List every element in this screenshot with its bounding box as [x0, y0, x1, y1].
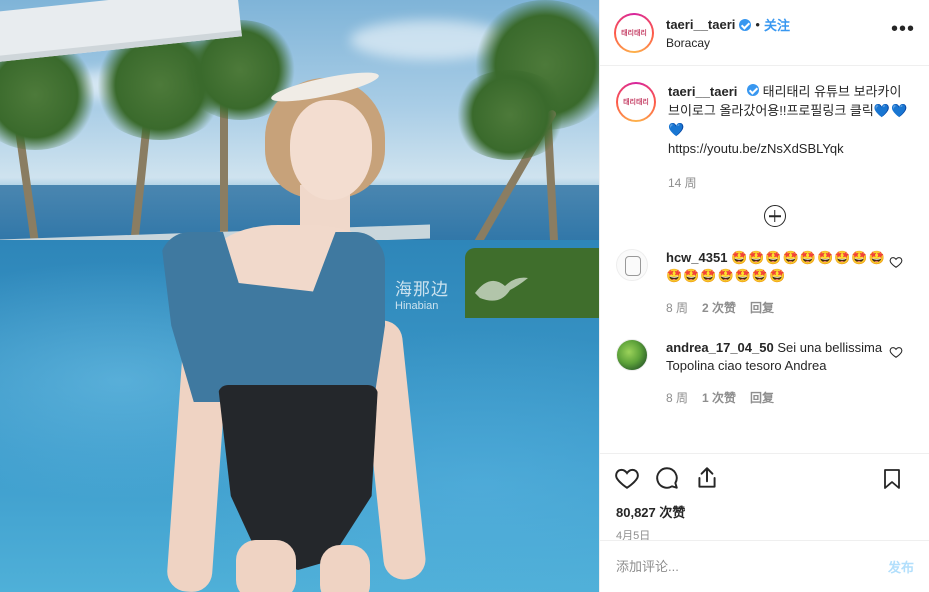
- bookmark-icon: [884, 469, 900, 489]
- comment-likes[interactable]: 1 次赞: [702, 389, 736, 407]
- verified-badge-icon: [739, 18, 752, 31]
- post-header: 태리태리 taeri__taeri • 关注 Boracay •••: [600, 0, 929, 66]
- header-info: taeri__taeri • 关注 Boracay: [666, 15, 790, 50]
- separator-dot: •: [755, 17, 760, 32]
- reply-button[interactable]: 回复: [750, 299, 774, 317]
- share-button[interactable]: [692, 463, 722, 493]
- comment-item: hcw_4351 🤩🤩🤩🤩🤩🤩🤩🤩🤩🤩🤩🤩🤩🤩🤩🤩 8 周 2 次赞 回复: [616, 249, 913, 317]
- caption: 태리태리 taeri__taeri 태리태리 유튜브 보라카이 브이로그 올라갔…: [616, 82, 913, 158]
- load-more-comments-icon[interactable]: [763, 205, 786, 227]
- header-top-row: taeri__taeri • 关注: [666, 15, 790, 34]
- caption-text: taeri__taeri 태리태리 유튜브 보라카이 브이로그 올라갔어용!!프…: [668, 82, 913, 158]
- post-sidebar: 태리태리 taeri__taeri • 关注 Boracay ••• 태리태리 …: [599, 0, 929, 592]
- comment-bubble-icon: [656, 467, 678, 489]
- caption-time[interactable]: 14 周: [668, 174, 913, 191]
- username-link[interactable]: hcw_4351: [666, 250, 727, 265]
- avatar[interactable]: 태리태리: [616, 82, 656, 122]
- avatar[interactable]: [616, 249, 648, 281]
- save-button[interactable]: [877, 464, 907, 494]
- username-link[interactable]: taeri__taeri: [666, 17, 735, 32]
- watermark: 海那边 Hinabian: [395, 275, 449, 312]
- avatar-image: 태리태리: [618, 84, 654, 120]
- comment-time[interactable]: 8 周: [666, 389, 688, 407]
- verified-badge-icon: [747, 84, 760, 96]
- like-comment-heart-icon[interactable]: [889, 345, 903, 359]
- watermark-bird-icon: [475, 277, 528, 301]
- post-comment-button[interactable]: 发布: [888, 557, 914, 576]
- reply-button[interactable]: 回复: [750, 389, 774, 407]
- watermark-subtext: Hinabian: [395, 300, 439, 312]
- comment-likes[interactable]: 2 次赞: [702, 299, 736, 317]
- person-leg: [320, 545, 370, 592]
- comment-meta: 8 周 2 次赞 回复: [666, 299, 886, 317]
- post-photo[interactable]: 海那边 Hinabian: [0, 0, 599, 592]
- share-icon: [698, 467, 716, 488]
- like-comment-heart-icon[interactable]: [889, 255, 903, 269]
- youtube-link[interactable]: https://youtu.be/zNsXdSBLYqk: [668, 139, 913, 158]
- add-comment-bar: 发布: [600, 540, 929, 592]
- heart-icon: [615, 468, 639, 489]
- likes-count[interactable]: 80,827 次赞: [600, 502, 929, 521]
- comment-item: andrea_17_04_50 Sei una bellissima Topol…: [616, 339, 913, 407]
- person-face: [290, 100, 372, 200]
- palm-leaves: [450, 70, 570, 160]
- avatar-text: 태리태리: [621, 28, 647, 37]
- comment-time[interactable]: 8 周: [666, 299, 688, 317]
- avatar-image: 태리태리: [616, 14, 652, 51]
- comment-button[interactable]: [652, 463, 682, 493]
- watermark-text: 海那边: [395, 280, 449, 299]
- more-options-icon[interactable]: •••: [891, 19, 915, 39]
- person-leg: [236, 540, 296, 592]
- username-link[interactable]: andrea_17_04_50: [666, 340, 774, 355]
- action-bar: [600, 454, 929, 502]
- username-link[interactable]: taeri__taeri: [668, 84, 737, 99]
- like-button[interactable]: [612, 463, 642, 493]
- comment-input[interactable]: [616, 559, 888, 574]
- follow-button[interactable]: 关注: [764, 15, 790, 34]
- comment-body: andrea_17_04_50 Sei una bellissima Topol…: [666, 339, 886, 407]
- avatar[interactable]: [616, 339, 648, 371]
- avatar-text: 태리태리: [623, 98, 649, 106]
- comments-section[interactable]: 태리태리 taeri__taeri 태리태리 유튜브 보라카이 브이로그 올라갔…: [600, 66, 929, 454]
- avatar[interactable]: 태리태리: [614, 12, 654, 53]
- comment-body: hcw_4351 🤩🤩🤩🤩🤩🤩🤩🤩🤩🤩🤩🤩🤩🤩🤩🤩 8 周 2 次赞 回复: [666, 249, 886, 317]
- location-link[interactable]: Boracay: [666, 36, 790, 50]
- comment-meta: 8 周 1 次赞 回复: [666, 389, 886, 407]
